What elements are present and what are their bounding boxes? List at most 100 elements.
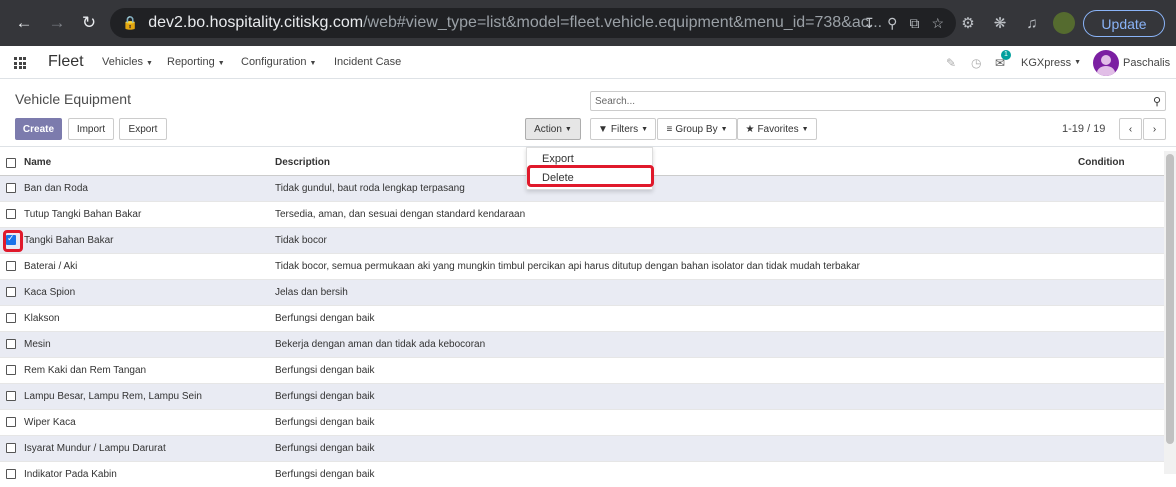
group-by-button[interactable]: ≡ Group By ▼: [657, 118, 737, 140]
cell-description: Bekerja dengan aman dan tidak ada keboco…: [275, 330, 1078, 357]
media-icon[interactable]: ♫: [1022, 0, 1042, 46]
menu-vehicles-label: Vehicles: [102, 56, 143, 68]
update-button[interactable]: Update: [1083, 10, 1165, 37]
company-name: KGXpress: [1021, 56, 1072, 69]
table-row[interactable]: Kaca Spion Jelas dan bersih: [0, 278, 1164, 305]
column-header-name[interactable]: Name: [24, 151, 275, 176]
page-title: Vehicle Equipment: [15, 91, 131, 107]
action-button[interactable]: Action ▼: [525, 118, 581, 140]
row-checkbox[interactable]: [6, 260, 16, 271]
row-checkbox[interactable]: [6, 442, 16, 453]
control-panel: Vehicle Equipment Search... ⚲ Create Impo…: [0, 79, 1176, 147]
menu-reporting[interactable]: Reporting ▼: [167, 56, 225, 68]
menu-incident-case-label: Incident Case: [334, 56, 402, 68]
table-row[interactable]: Indikator Pada Kabin Berfungsi dengan bai…: [0, 460, 1164, 487]
search-icon[interactable]: ⚲: [1153, 95, 1161, 108]
user-menu[interactable]: Paschalis: [1093, 46, 1170, 79]
menu-incident-case[interactable]: Incident Case: [334, 56, 401, 68]
menu-vehicles[interactable]: Vehicles ▼: [102, 56, 153, 68]
apps-menu-icon[interactable]: [14, 57, 26, 69]
row-checkbox[interactable]: [6, 338, 16, 349]
cell-description: Berfungsi dengan baik: [275, 356, 1078, 383]
create-button[interactable]: Create: [15, 118, 62, 140]
table-row[interactable]: Lampu Besar, Lampu Rem, Lampu Sein Berfun…: [0, 382, 1164, 409]
caret-down-icon: ▼: [217, 60, 225, 67]
column-header-condition[interactable]: Condition: [1078, 151, 1164, 176]
cell-name: Klakson: [24, 304, 275, 331]
forward-icon[interactable]: →: [45, 11, 69, 35]
caret-down-icon: ▼: [801, 125, 809, 133]
delete-highlight: [527, 165, 654, 187]
row-checkbox[interactable]: [6, 182, 16, 193]
edit-icon[interactable]: ✎: [946, 46, 956, 79]
cell-condition: [1078, 356, 1164, 383]
cell-condition: [1078, 434, 1164, 461]
cell-name: Ban dan Roda: [24, 174, 275, 201]
extension-icon[interactable]: ⚙: [958, 0, 978, 46]
cell-condition: [1078, 278, 1164, 305]
profile-icon[interactable]: [1052, 0, 1076, 46]
table-row[interactable]: Klakson Berfungsi dengan baik: [0, 304, 1164, 331]
column-header-description[interactable]: Description: [275, 151, 1078, 176]
row-select-cell: [0, 174, 24, 201]
row-checkbox[interactable]: [6, 208, 16, 219]
pager-value[interactable]: 1-19 / 19: [1062, 123, 1105, 135]
caret-down-icon: ▼: [641, 125, 649, 133]
cell-condition: [1078, 304, 1164, 331]
url-path: /web#view_type=list&model=fleet.vehicle.…: [363, 14, 883, 31]
user-name: Paschalis: [1123, 56, 1171, 69]
menu-configuration[interactable]: Configuration ▼: [241, 56, 316, 68]
cell-condition: [1078, 200, 1164, 227]
table-row[interactable]: Tangki Bahan BakarTidak bocor: [0, 226, 1164, 253]
select-all-checkbox[interactable]: [6, 157, 16, 168]
row-checkbox[interactable]: [6, 312, 16, 323]
favorites-button[interactable]: ★ Favorites ▼: [737, 118, 817, 140]
import-button[interactable]: Import: [68, 118, 114, 140]
cell-condition: [1078, 330, 1164, 357]
row-checkbox[interactable]: [6, 469, 16, 480]
zoom-icon[interactable]: ⚲: [887, 15, 897, 32]
cell-name: Wiper Kaca: [24, 408, 275, 435]
row-checkbox[interactable]: [6, 286, 16, 297]
row-checkbox[interactable]: [6, 364, 16, 375]
table-row[interactable]: Tutup Tangki Bahan Bakar Tersedia, aman, …: [0, 200, 1164, 227]
reload-icon[interactable]: ↻: [77, 11, 101, 35]
cell-name: Baterai / Aki: [24, 252, 275, 279]
row-checkbox[interactable]: [6, 416, 16, 427]
cell-description: Berfungsi dengan baik: [275, 434, 1078, 461]
filters-button[interactable]: ▼ Filters ▼: [590, 118, 656, 140]
table-row[interactable]: Mesin Bekerja dengan aman dan tidak ada k…: [0, 330, 1164, 357]
group-by-label: Group By: [675, 123, 718, 135]
puzzle-icon[interactable]: ❋: [990, 0, 1010, 46]
favorites-label: Favorites: [757, 123, 799, 135]
company-switcher[interactable]: KGXpress ▼: [1021, 46, 1081, 79]
address-bar[interactable]: 🔒 dev2.bo.hospitality.citiskg.com/web#vi…: [110, 8, 956, 38]
avatar: [1093, 49, 1119, 76]
cell-description: Berfungsi dengan baik: [275, 408, 1078, 435]
table-row[interactable]: Isyarat Mundur / Lampu Darurat Berfungsi …: [0, 434, 1164, 461]
share-icon[interactable]: ⧉: [909, 15, 919, 32]
pager-next-button[interactable]: ›: [1143, 118, 1166, 140]
cell-condition: [1078, 382, 1164, 409]
back-icon[interactable]: ←: [12, 11, 36, 35]
row-select-cell: [0, 356, 24, 383]
filters-label: Filters: [610, 123, 639, 135]
records-table: Name Description Condition Ban dan Roda T…: [0, 151, 1164, 487]
row-checkbox[interactable]: [6, 390, 16, 401]
pager-previous-button[interactable]: ‹: [1119, 118, 1142, 140]
clock-icon[interactable]: ◷: [971, 46, 981, 79]
bookmark-star-icon[interactable]: ☆: [931, 15, 944, 32]
menu-configuration-label: Configuration: [241, 56, 307, 68]
messages-icon[interactable]: ✉ 1: [995, 46, 1011, 79]
table-row[interactable]: Rem Kaki dan Rem Tangan Berfungsi dengan …: [0, 356, 1164, 383]
row-select-cell: [0, 460, 24, 487]
search-input[interactable]: Search... ⚲: [590, 91, 1166, 111]
table-row[interactable]: Wiper Kaca Berfungsi dengan baik: [0, 408, 1164, 435]
install-icon[interactable]: ↧: [863, 15, 875, 32]
app-brand[interactable]: Fleet: [48, 53, 84, 71]
action-menu-export[interactable]: Export: [542, 153, 574, 165]
scrollbar-thumb[interactable]: [1166, 154, 1174, 444]
lock-icon: 🔒: [122, 15, 139, 30]
table-row[interactable]: Baterai / Aki Tidak bocor, semua permukaa…: [0, 252, 1164, 279]
export-button[interactable]: Export: [119, 118, 167, 140]
